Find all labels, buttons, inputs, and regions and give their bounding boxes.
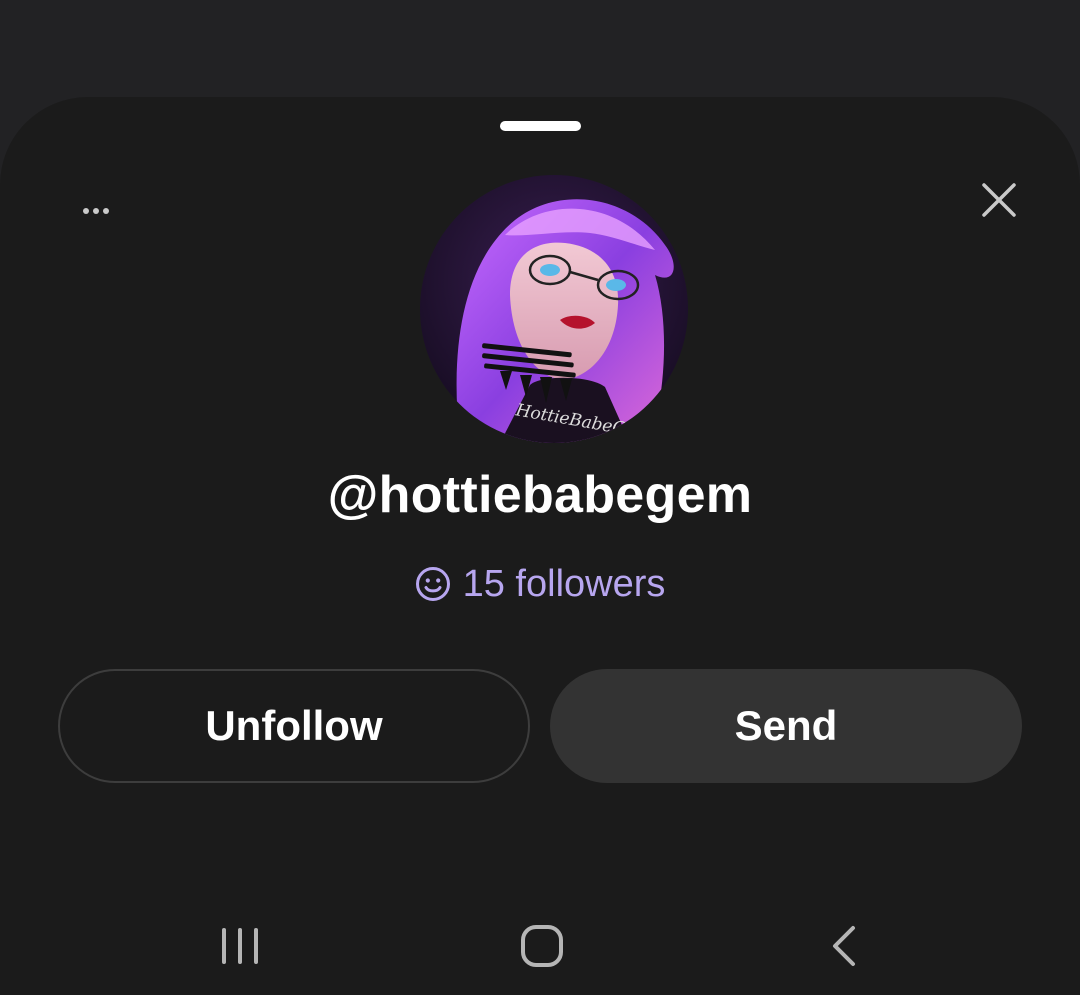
close-icon — [982, 183, 1016, 217]
system-navigation-bar — [0, 897, 1080, 995]
recent-apps-icon — [222, 928, 258, 964]
back-icon — [833, 926, 855, 966]
avatar-image: HottieBabeGem — [420, 175, 688, 443]
recent-apps-button[interactable] — [205, 911, 275, 981]
more-dot — [103, 208, 109, 214]
send-button[interactable]: Send — [550, 669, 1022, 783]
more-options-button[interactable] — [70, 193, 122, 229]
drag-handle[interactable] — [500, 121, 581, 131]
home-icon — [521, 925, 563, 967]
more-dot — [93, 208, 99, 214]
smile-icon — [415, 567, 450, 601]
close-button[interactable] — [972, 173, 1026, 227]
profile-username: @hottiebabegem — [327, 466, 753, 524]
unfollow-button[interactable]: Unfollow — [58, 669, 530, 783]
send-label: Send — [734, 702, 838, 749]
profile-bottom-sheet: HottieBabeGem @hottiebabegem 15 follower… — [0, 97, 1080, 995]
more-dot — [83, 208, 89, 214]
screen: HottieBabeGem @hottiebabegem 15 follower… — [0, 0, 1080, 995]
unfollow-label: Unfollow — [205, 702, 383, 749]
home-button[interactable] — [507, 911, 577, 981]
followers-count[interactable]: 15 followers — [0, 559, 1080, 609]
back-button[interactable] — [810, 911, 880, 981]
avatar[interactable]: HottieBabeGem — [420, 175, 688, 443]
followers-text: 15 followers — [462, 563, 666, 605]
